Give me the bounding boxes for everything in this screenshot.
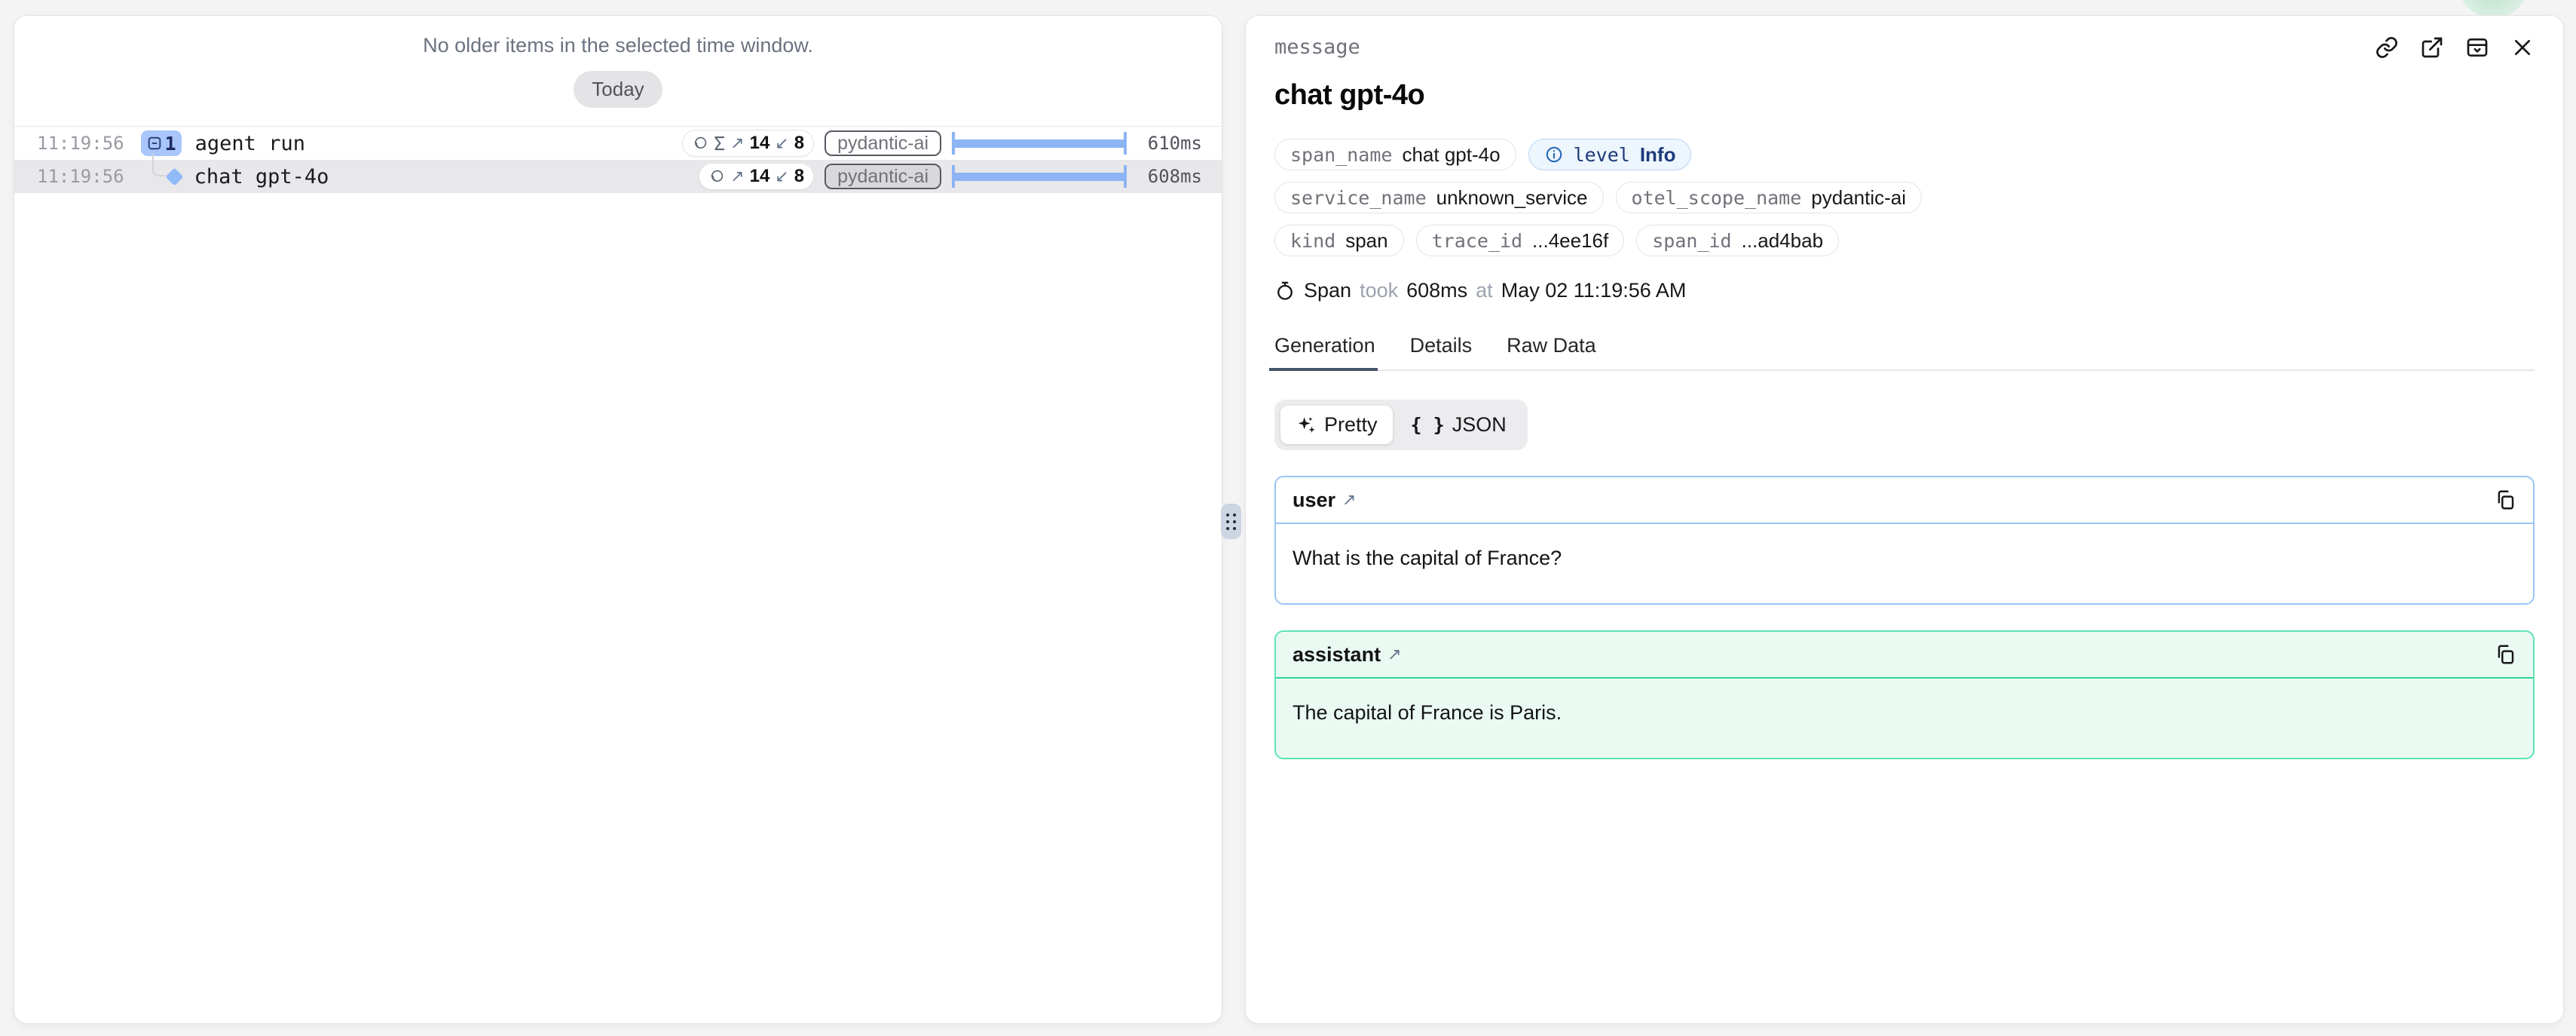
tab-raw-data[interactable]: Raw Data: [1507, 334, 1596, 369]
date-separator: Today: [14, 71, 1222, 108]
output-tokens-icon: ↙: [775, 167, 788, 186]
message-content: What is the capital of France?: [1276, 524, 2533, 603]
scope-badge: pydantic-ai: [825, 164, 941, 189]
dock-panel-button[interactable]: [2465, 35, 2489, 60]
output-tokens-icon: ↙: [775, 134, 788, 153]
copy-icon: [2494, 643, 2516, 666]
token-usage-pill: Σ ↗ 14 ↙ 8: [682, 130, 814, 157]
minus-square-icon: [146, 135, 163, 152]
tree-connector: [152, 154, 166, 176]
tab-generation[interactable]: Generation: [1274, 334, 1375, 369]
trace-list-panel: No older items in the selected time wind…: [14, 15, 1222, 1024]
today-chip[interactable]: Today: [574, 71, 662, 108]
external-link-icon: [2420, 35, 2444, 60]
span-timing-line: Span took 608ms at May 02 11:19:56 AM: [1274, 279, 2535, 302]
input-tokens-icon: ↗: [730, 134, 744, 153]
info-icon: [1544, 145, 1564, 164]
input-tokens: 14: [750, 133, 770, 154]
stopwatch-icon: [1274, 280, 1296, 302]
span-duration: 610ms: [1137, 133, 1202, 154]
token-usage-pill: ↗ 14 ↙ 8: [699, 163, 814, 190]
dock-bottom-icon: [2465, 35, 2489, 60]
span-timeline-bar: [952, 132, 1127, 155]
token-coin-icon: [692, 135, 708, 152]
close-icon: [2510, 35, 2535, 60]
output-tokens: 8: [794, 166, 804, 187]
sparkles-icon: [1296, 415, 1317, 436]
panel-resize-handle[interactable]: [1221, 504, 1241, 539]
span-start-time: 11:19:56: [37, 133, 124, 154]
open-external-button[interactable]: [2420, 35, 2444, 60]
view-mode-toggle: Pretty { } JSON: [1274, 400, 1528, 450]
empty-window-note: No older items in the selected time wind…: [14, 34, 1222, 57]
span-start-time: 11:19:56: [37, 166, 124, 187]
message-role[interactable]: user: [1293, 489, 1335, 512]
span-row-agent-run[interactable]: 11:19:56 1 agent run Σ ↗ 14 ↙ 8 pydantic…: [14, 127, 1222, 160]
span-timeline-bar: [952, 165, 1127, 188]
span-row-chat-gpt-4o[interactable]: 11:19:56 chat gpt-4o ↗ 14 ↙ 8 pydantic-a…: [14, 160, 1222, 193]
span-rows: 11:19:56 1 agent run Σ ↗ 14 ↙ 8 pydantic…: [14, 126, 1222, 193]
json-view-button[interactable]: { } JSON: [1396, 406, 1522, 444]
token-coin-icon: [708, 168, 725, 185]
pretty-view-button[interactable]: Pretty: [1280, 406, 1393, 444]
tab-details[interactable]: Details: [1410, 334, 1473, 369]
input-tokens-icon: ↗: [730, 167, 744, 186]
span-metadata: span_name chat gpt-4o level Info service…: [1274, 139, 2535, 256]
copy-message-button[interactable]: [2494, 643, 2516, 666]
link-icon: [2375, 35, 2399, 60]
message-role[interactable]: assistant: [1293, 643, 1381, 667]
span-kind-kicker: message: [1274, 35, 1360, 59]
meta-pill-span-id: span_id ...ad4bab: [1636, 225, 1839, 256]
collapse-children-toggle[interactable]: 1: [141, 130, 182, 156]
copy-link-button[interactable]: [2375, 35, 2399, 60]
meta-pill-span-name: span_name chat gpt-4o: [1274, 139, 1516, 170]
output-tokens: 8: [794, 133, 804, 154]
copy-message-button[interactable]: [2494, 489, 2516, 511]
role-link-arrow-icon: ↗: [1387, 645, 1401, 664]
span-diamond-icon: [165, 167, 183, 185]
scope-badge: pydantic-ai: [825, 130, 941, 156]
meta-pill-otel-scope: otel_scope_name pydantic-ai: [1616, 182, 1923, 213]
close-panel-button[interactable]: [2510, 35, 2535, 60]
child-count: 1: [165, 133, 176, 155]
span-duration: 608ms: [1137, 166, 1202, 187]
level-badge: level Info: [1528, 139, 1692, 170]
message-card-user: user ↗ What is the capital of France?: [1274, 476, 2535, 605]
span-title: chat gpt-4o: [1274, 79, 2535, 112]
meta-pill-trace-id: trace_id ...4ee16f: [1416, 225, 1625, 256]
span-duration-value: 608ms: [1406, 279, 1467, 302]
span-name: agent run: [195, 132, 305, 155]
meta-pill-kind: kind span: [1274, 225, 1404, 256]
braces-icon: { }: [1411, 414, 1445, 436]
meta-pill-service-name: service_name unknown_service: [1274, 182, 1604, 213]
sigma-total-icon: Σ: [714, 133, 725, 155]
detail-tabs: Generation Details Raw Data: [1274, 334, 2535, 371]
span-detail-panel: message chat gpt-4o span_nam: [1245, 15, 2564, 1024]
role-link-arrow-icon: ↗: [1342, 491, 1356, 510]
span-name: chat gpt-4o: [194, 165, 329, 189]
span-timestamp: May 02 11:19:56 AM: [1501, 279, 1687, 302]
copy-icon: [2494, 489, 2516, 511]
input-tokens: 14: [750, 166, 770, 187]
message-content: The capital of France is Paris.: [1276, 679, 2533, 758]
message-card-assistant: assistant ↗ The capital of France is Par…: [1274, 630, 2535, 759]
